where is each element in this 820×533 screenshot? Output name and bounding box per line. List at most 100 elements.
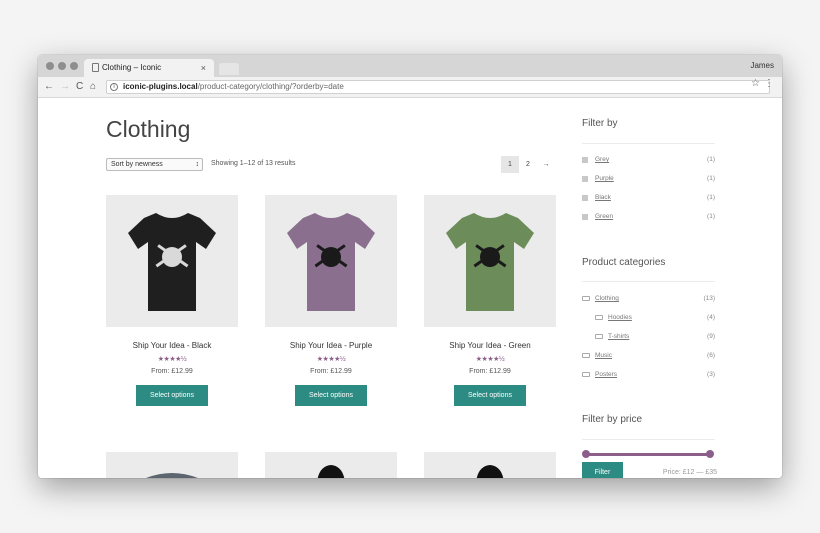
star-rating: ★★★★½: [475, 356, 505, 363]
product-price: From: £12.99: [151, 368, 193, 375]
price-slider-max-handle[interactable]: [706, 450, 714, 458]
color-swatch: [582, 214, 588, 220]
color-filter-black[interactable]: Black (1): [582, 194, 715, 204]
url-text: iconic-plugins.local/product-category/cl…: [123, 81, 344, 93]
category-count: (9): [707, 333, 715, 340]
page-1-link[interactable]: 1: [501, 156, 519, 173]
folder-icon: [582, 353, 590, 358]
tshirt-icon: [128, 213, 216, 311]
color-filter-purple[interactable]: Purple (1): [582, 175, 715, 185]
active-tab[interactable]: Clothing – Iconic ×: [84, 59, 214, 77]
color-label[interactable]: Green: [595, 213, 613, 220]
maximize-window-icon[interactable]: [70, 62, 78, 70]
color-filter-green[interactable]: Green (1): [582, 213, 715, 223]
page-title: Clothing: [106, 116, 191, 142]
color-swatch: [582, 176, 588, 182]
product-name[interactable]: Ship Your Idea - Purple: [265, 341, 397, 350]
filter-button[interactable]: Filter: [582, 462, 623, 478]
next-page-icon[interactable]: →: [537, 156, 555, 173]
divider: [582, 281, 715, 282]
color-count: (1): [707, 175, 715, 182]
category-item-music[interactable]: Music (6): [582, 352, 715, 362]
sort-select[interactable]: Sort by newness ↕: [106, 158, 203, 171]
minimize-window-icon[interactable]: [58, 62, 66, 70]
hoodie-icon: [317, 465, 345, 478]
profile-name[interactable]: James: [750, 61, 774, 70]
home-icon[interactable]: ⌂: [90, 80, 96, 94]
category-label[interactable]: Posters: [595, 371, 617, 378]
price-range-label: Price: £12 — £35: [662, 469, 717, 476]
folder-icon: [595, 315, 603, 320]
color-label[interactable]: Purple: [595, 175, 614, 182]
hoodie-icon: [476, 465, 504, 478]
folder-icon: [582, 372, 590, 377]
category-count: (4): [707, 314, 715, 321]
pagination: 1 2 →: [501, 156, 555, 173]
filter-by-price-title: Filter by price: [582, 414, 643, 425]
reload-icon[interactable]: C: [76, 80, 83, 94]
color-label[interactable]: Grey: [595, 156, 609, 163]
product-image[interactable]: [424, 195, 556, 327]
category-count: (13): [703, 295, 715, 302]
browser-window: Clothing – Iconic × James ← → C ⌂ i icon…: [38, 55, 782, 478]
page-content: Clothing Sort by newness ↕ Showing 1–12 …: [38, 98, 782, 478]
color-count: (1): [707, 213, 715, 220]
sort-value: Sort by newness: [111, 161, 163, 168]
price-slider-min-handle[interactable]: [582, 450, 590, 458]
select-options-button[interactable]: Select options: [295, 385, 367, 406]
browser-menu-icon[interactable]: ⋮: [764, 78, 774, 89]
url-path: /product-category/clothing/?orderby=date: [197, 82, 344, 91]
product-image[interactable]: [106, 195, 238, 327]
address-bar[interactable]: i iconic-plugins.local/product-category/…: [106, 80, 770, 94]
star-rating: ★★★★½: [316, 356, 346, 363]
bookmark-star-icon[interactable]: ☆: [751, 78, 760, 89]
select-options-button[interactable]: Select options: [454, 385, 526, 406]
tab-close-icon[interactable]: ×: [201, 59, 206, 77]
product-card: Ship Your Idea - Purple ★★★★½ From: £12.…: [265, 195, 397, 406]
product-name[interactable]: Ship Your Idea - Green: [424, 341, 556, 350]
close-window-icon[interactable]: [46, 62, 54, 70]
select-options-button[interactable]: Select options: [136, 385, 208, 406]
price-slider-range[interactable]: [584, 453, 712, 456]
forward-icon[interactable]: →: [60, 80, 70, 94]
divider: [582, 439, 715, 440]
category-count: (3): [707, 371, 715, 378]
category-item-posters[interactable]: Posters (3): [582, 371, 715, 381]
category-count: (6): [707, 352, 715, 359]
url-host: iconic-plugins.local: [123, 82, 198, 91]
product-card: Ship Your Idea - Green ★★★★½ From: £12.9…: [424, 195, 556, 406]
category-item-clothing[interactable]: Clothing (13): [582, 295, 715, 305]
folder-icon: [582, 296, 590, 301]
page-icon: [92, 63, 99, 72]
page-2-link[interactable]: 2: [519, 156, 537, 173]
star-rating: ★★★★½: [157, 356, 187, 363]
info-icon[interactable]: i: [110, 83, 118, 91]
product-image-partial[interactable]: [265, 452, 397, 478]
category-label[interactable]: T-shirts: [608, 333, 629, 340]
select-arrows-icon: ↕: [195, 161, 200, 168]
product-categories-title: Product categories: [582, 257, 666, 268]
new-tab-button[interactable]: [219, 63, 239, 75]
product-image[interactable]: [265, 195, 397, 327]
product-image-partial[interactable]: [424, 452, 556, 478]
back-icon[interactable]: ←: [44, 80, 54, 94]
product-name[interactable]: Ship Your Idea - Black: [106, 341, 238, 350]
color-filter-grey[interactable]: Grey (1): [582, 156, 715, 166]
category-item-tshirts[interactable]: T-shirts (9): [582, 333, 715, 343]
category-item-hoodies[interactable]: Hoodies (4): [582, 314, 715, 324]
browser-toolbar: ← → C ⌂ i iconic-plugins.local/product-c…: [38, 77, 782, 98]
color-label[interactable]: Black: [595, 194, 611, 201]
category-label[interactable]: Music: [595, 352, 612, 359]
category-label[interactable]: Clothing: [595, 295, 619, 302]
color-swatch: [582, 157, 588, 163]
product-card: Ship Your Idea - Black ★★★★½ From: £12.9…: [106, 195, 238, 406]
category-label[interactable]: Hoodies: [608, 314, 632, 321]
product-price: From: £12.99: [310, 368, 352, 375]
tshirt-icon: [287, 213, 375, 311]
folder-icon: [595, 334, 603, 339]
tshirt-icon: [146, 473, 198, 478]
tab-title: Clothing – Iconic: [102, 63, 162, 72]
result-count: Showing 1–12 of 13 results: [211, 160, 296, 167]
product-image-partial[interactable]: [106, 452, 238, 478]
product-price: From: £12.99: [469, 368, 511, 375]
